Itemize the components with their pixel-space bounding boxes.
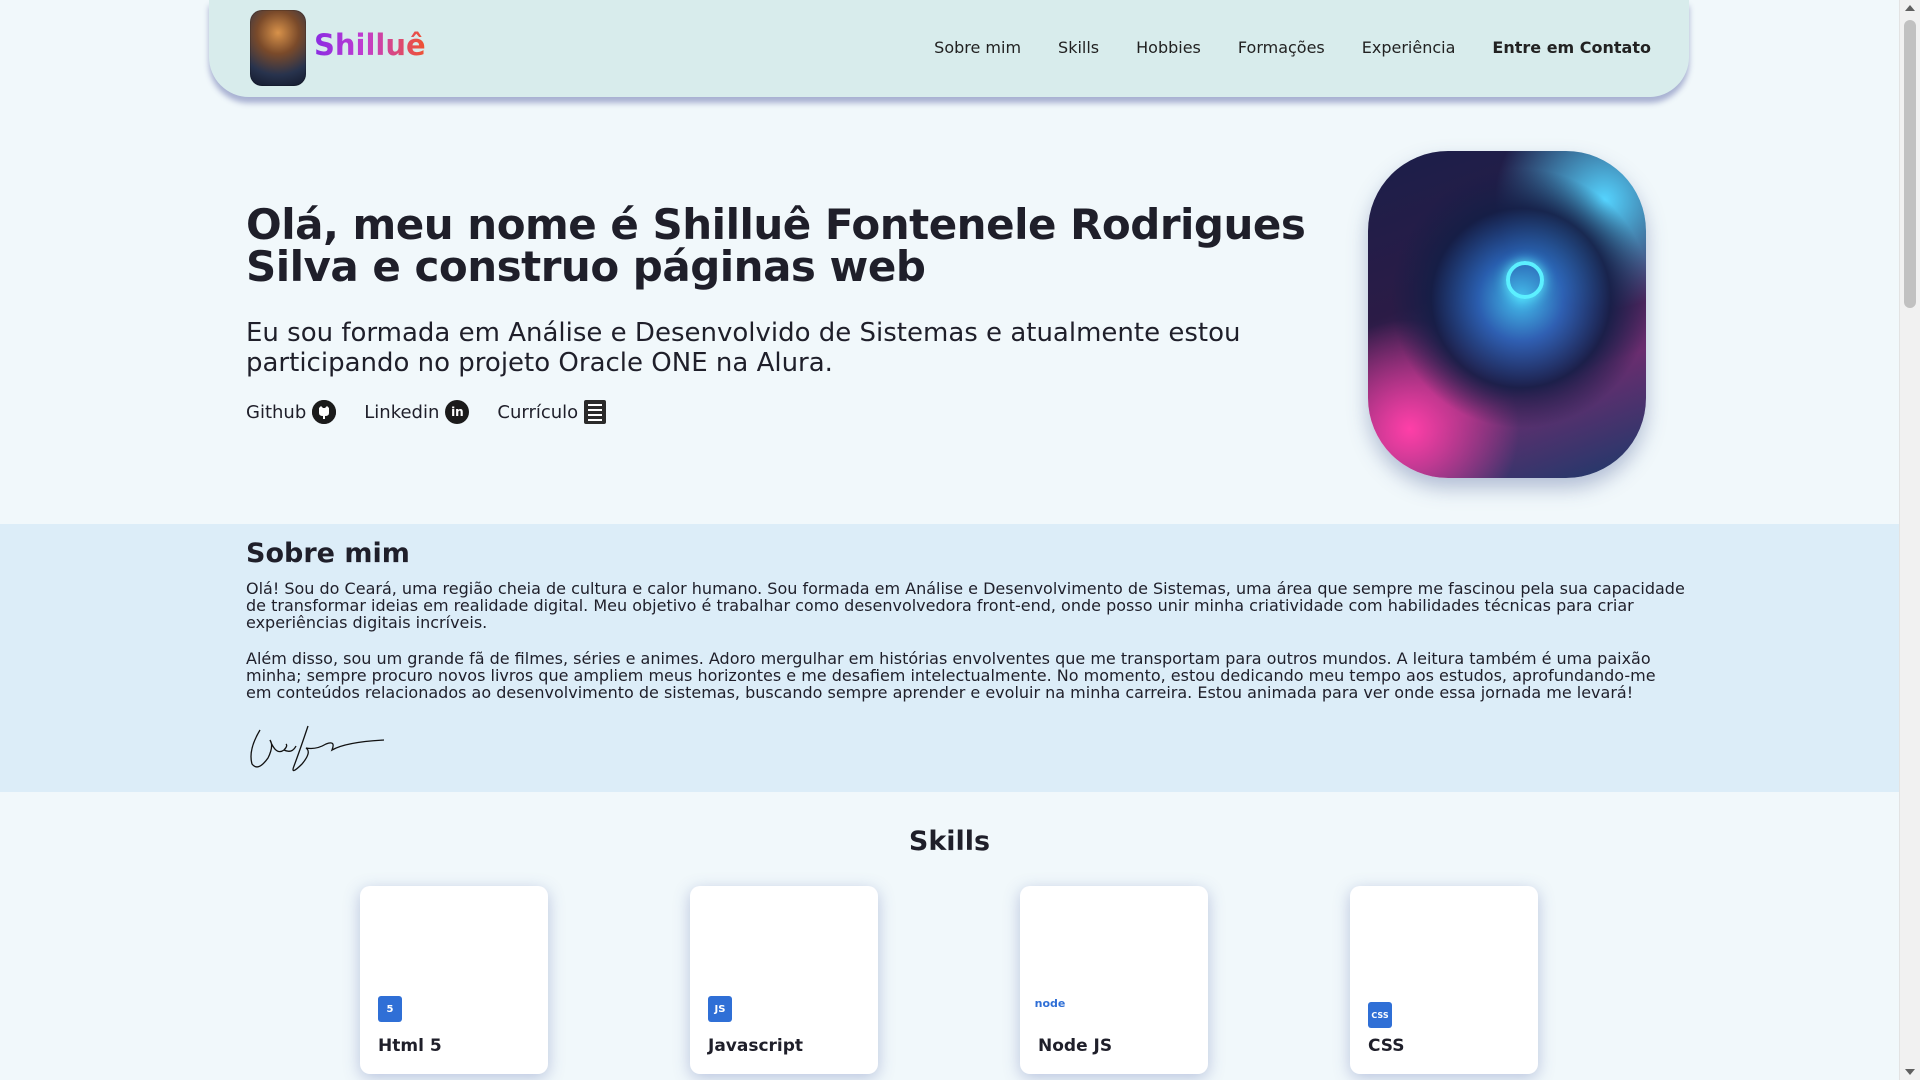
github-icon (312, 400, 337, 424)
nav-item-sobre-mim[interactable]: Sobre mim (934, 38, 1021, 57)
scrollbar-thumb[interactable] (1904, 20, 1916, 308)
hero-title: Olá, meu nome é Shilluê Fontenele Rodrig… (246, 200, 1306, 291)
page-scrollbar[interactable] (1899, 0, 1920, 1080)
logo-avatar[interactable] (250, 10, 306, 86)
about-section: Sobre mim Olá! Sou do Ceará, uma região … (0, 524, 1899, 792)
contact-link[interactable]: Entre em Contato (1492, 38, 1651, 57)
linkedin-icon: in (445, 400, 470, 424)
nav-item-hobbies[interactable]: Hobbies (1136, 38, 1201, 57)
about-heading: Sobre mim (246, 538, 410, 569)
skill-card-label: CSS (1368, 1036, 1405, 1056)
scroll-down-icon[interactable] (1905, 1069, 1915, 1075)
skills-heading: Skills (908, 826, 991, 857)
about-paragraph-2: Além disso, sou um grande fã de filmes, … (246, 649, 1656, 702)
skill-card-html5[interactable]: 5 Html 5 (360, 886, 548, 1074)
curriculo-link-label: Currículo (497, 401, 579, 423)
signature (250, 725, 385, 772)
nav-item-formacoes[interactable]: Formações (1238, 38, 1325, 57)
logo-text[interactable]: Shilluê (314, 28, 426, 62)
document-icon (584, 400, 607, 424)
scroll-up-icon[interactable] (1905, 5, 1915, 11)
css-icon: CSS (1368, 1002, 1392, 1028)
html5-icon: 5 (378, 996, 402, 1022)
nodejs-icon: node (1034, 996, 1066, 1010)
skill-card-css[interactable]: CSS CSS (1350, 886, 1538, 1074)
linkedin-link-label: Linkedin (364, 401, 440, 423)
skill-card-label: Javascript (708, 1036, 804, 1056)
javascript-icon: JS (708, 996, 732, 1022)
linkedin-link[interactable]: Linkedin in (364, 400, 470, 424)
main-nav: Sobre mim Skills Hobbies Formações Exper… (934, 38, 1651, 57)
hero-subtitle: Eu sou formada em Análise e Desenvolvido… (246, 318, 1241, 378)
skill-card-label: Node JS (1038, 1036, 1113, 1056)
about-paragraph-1: Olá! Sou do Ceará, uma região cheia de c… (246, 579, 1685, 632)
nav-item-experiencia[interactable]: Experiência (1362, 38, 1456, 57)
social-links: Github Linkedin in Currículo (246, 400, 607, 424)
nav-item-skills[interactable]: Skills (1058, 38, 1099, 57)
headphone-ring (1506, 261, 1544, 299)
github-link[interactable]: Github (246, 400, 337, 424)
github-link-label: Github (246, 401, 307, 423)
site-header: Shilluê Sobre mim Skills Hobbies Formaçõ… (209, 0, 1689, 97)
profile-image (1368, 151, 1646, 478)
skill-card-label: Html 5 (378, 1036, 442, 1056)
curriculo-link[interactable]: Currículo (497, 400, 607, 424)
skill-card-javascript[interactable]: JS Javascript (690, 886, 878, 1074)
skill-card-nodejs[interactable]: node Node JS (1020, 886, 1208, 1074)
